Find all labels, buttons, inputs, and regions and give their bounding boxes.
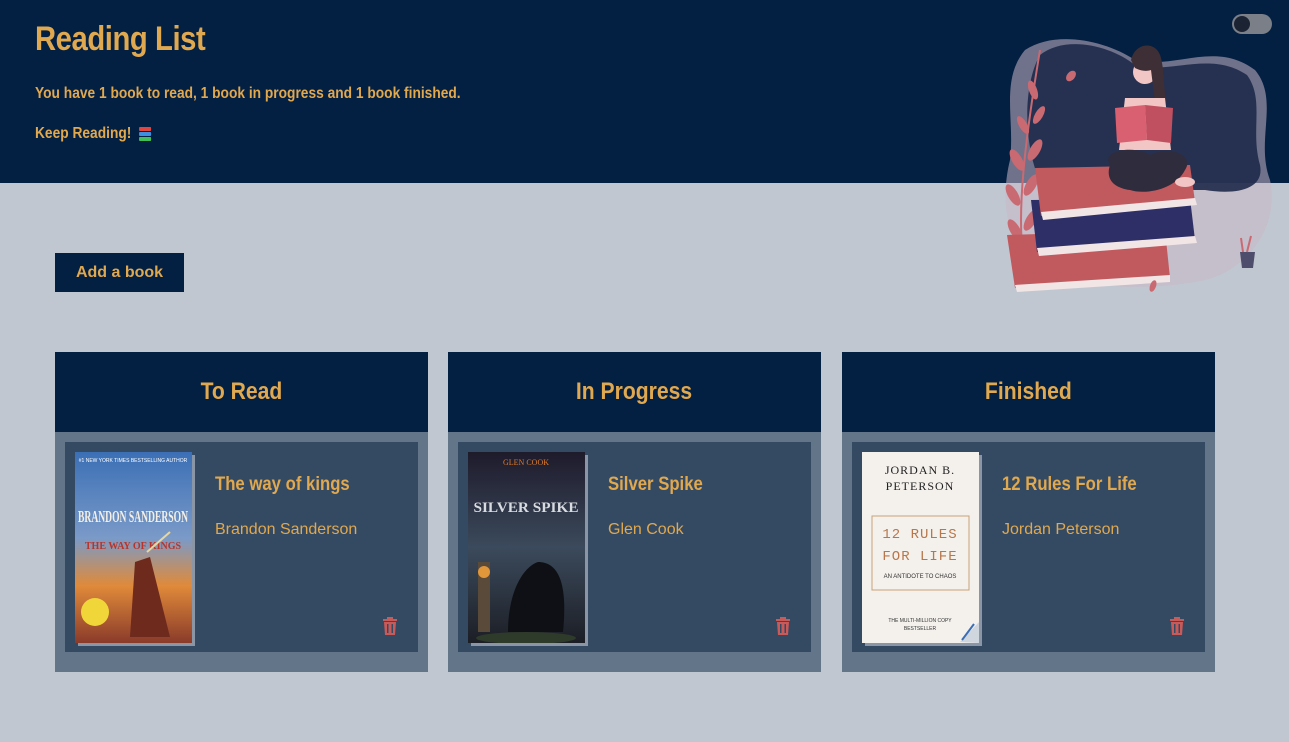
- book-card[interactable]: #1 NEW YORK TIMES BESTSELLING AUTHOR BRA…: [65, 442, 418, 652]
- cover-title-line2: FOR LIFE: [882, 549, 957, 565]
- trash-icon[interactable]: [773, 616, 793, 636]
- add-book-button[interactable]: Add a book: [55, 253, 184, 292]
- keep-reading-text: Keep Reading!: [35, 125, 152, 143]
- trash-icon[interactable]: [1167, 616, 1187, 636]
- book-title: 12 Rules For Life: [1002, 474, 1137, 495]
- book-author: Glen Cook: [608, 521, 684, 538]
- cover-author-line2: PETERSON: [886, 479, 955, 493]
- trash-icon[interactable]: [380, 616, 400, 636]
- column-in-progress: In Progress GLEN COOK SILVER SPIKE Silve…: [448, 352, 821, 672]
- book-cover: GLEN COOK SILVER SPIKE: [468, 452, 585, 643]
- column-finished: Finished JORDAN B. PETERSON 12 RULES FOR…: [842, 352, 1215, 672]
- reading-summary: You have 1 book to read, 1 book in progr…: [35, 85, 461, 102]
- column-title: To Read: [200, 378, 283, 405]
- cover-footer-line2: BESTSELLER: [904, 626, 937, 632]
- books-icon: [138, 126, 152, 142]
- column-title: Finished: [985, 378, 1072, 405]
- cover-title: THE WAY OF KINGS: [85, 541, 182, 552]
- book-cover: JORDAN B. PETERSON 12 RULES FOR LIFE AN …: [862, 452, 979, 643]
- cover-author-line1: JORDAN B.: [885, 463, 955, 477]
- book-title: Silver Spike: [608, 474, 703, 495]
- column-header: In Progress: [448, 352, 821, 432]
- cover-author: GLEN COOK: [503, 458, 549, 467]
- keep-reading-label: Keep Reading!: [35, 125, 132, 142]
- cover-title-line1: 12 RULES: [882, 527, 957, 543]
- cover-title: SILVER SPIKE: [474, 500, 579, 516]
- cover-footer-line1: THE MULTI-MILLION COPY: [888, 618, 952, 624]
- cover-subtitle: AN ANTIDOTE TO CHAOS: [884, 574, 957, 580]
- book-cover: #1 NEW YORK TIMES BESTSELLING AUTHOR BRA…: [75, 452, 192, 643]
- cover-author: BRANDON SANDERSON: [78, 507, 188, 526]
- column-to-read: To Read #1 NEW YORK TIMES BESTSELLING AU…: [55, 352, 428, 672]
- book-title: The way of kings: [215, 474, 350, 495]
- book-card[interactable]: JORDAN B. PETERSON 12 RULES FOR LIFE AN …: [852, 442, 1205, 652]
- page-title: Reading List: [35, 20, 206, 58]
- column-header: Finished: [842, 352, 1215, 432]
- column-title: In Progress: [576, 378, 693, 405]
- column-header: To Read: [55, 352, 428, 432]
- book-author: Brandon Sanderson: [215, 521, 358, 538]
- book-author: Jordan Peterson: [1002, 521, 1120, 538]
- reading-woman-illustration: [1005, 39, 1272, 292]
- book-card[interactable]: GLEN COOK SILVER SPIKE Silver Spike Glen…: [458, 442, 811, 652]
- cover-top-line: #1 NEW YORK TIMES BESTSELLING AUTHOR: [79, 458, 188, 464]
